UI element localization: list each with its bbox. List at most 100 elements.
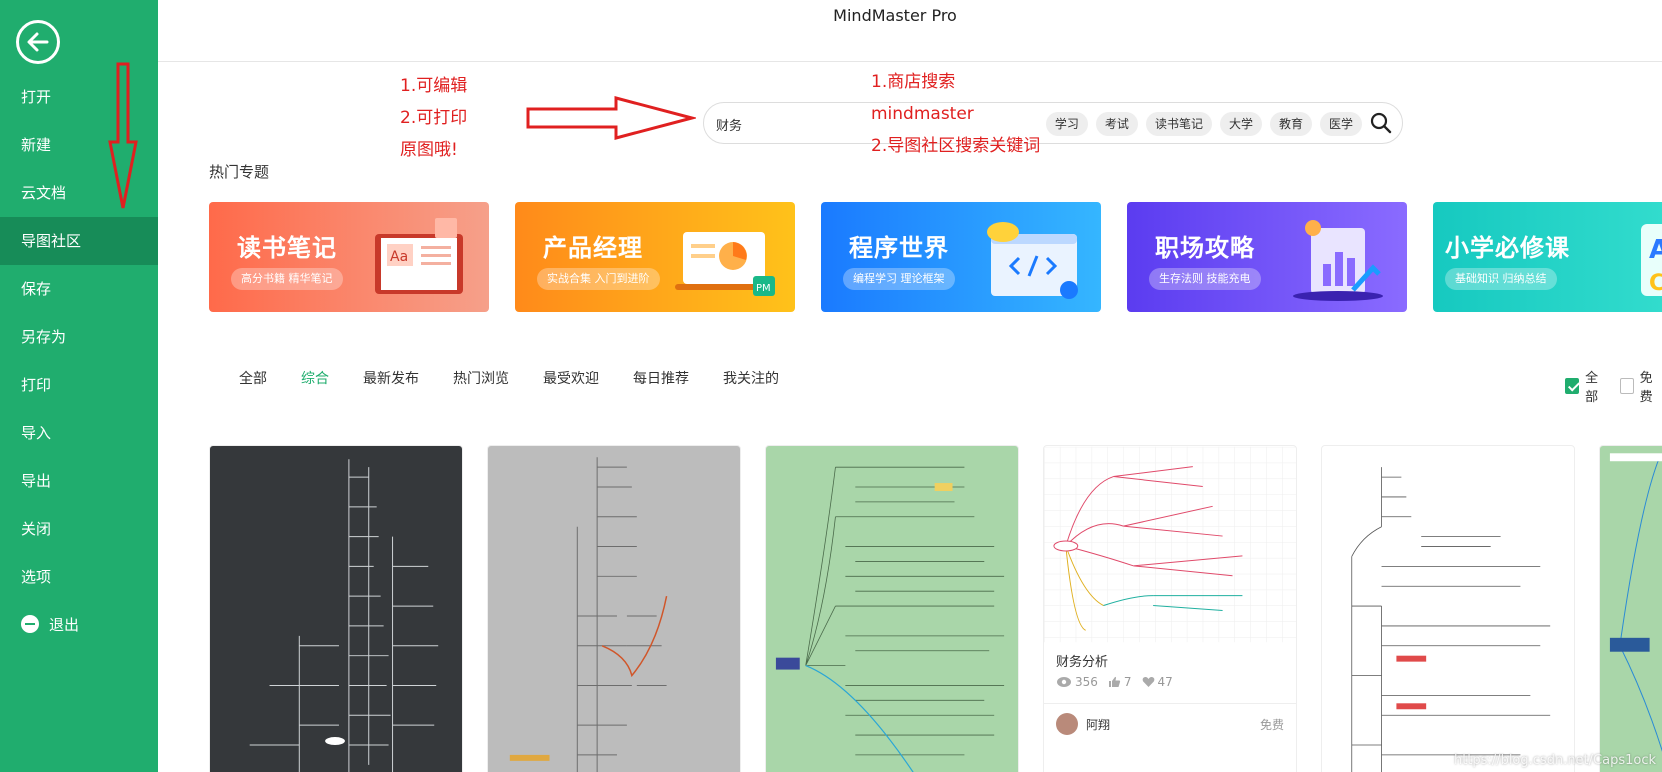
banner-subtitle: 编程学习 理论框架 (843, 268, 955, 290)
favorites-count: 47 (1157, 675, 1173, 689)
card-divider (1044, 703, 1296, 704)
filter-tabs: 全部 综合 最新发布 热门浏览 最受欢迎 每日推荐 我关注的 (239, 368, 779, 388)
banner-subtitle: 实战合集 入门到进阶 (537, 268, 660, 290)
annotation-arrow-right (526, 96, 696, 140)
sidebar-item-label: 打开 (21, 88, 52, 106)
hot-topics-title: 热门专题 (209, 163, 270, 181)
banner-title: 职场攻略 (1155, 234, 1255, 262)
sidebar-item-label: 新建 (21, 136, 52, 154)
svg-text:PM: PM (756, 283, 771, 294)
views-stat: 356 (1056, 675, 1098, 689)
svg-text:A: A (1649, 235, 1662, 265)
laptop-chart-illustration-icon: PM (675, 232, 775, 296)
sidebar-item-export[interactable]: 导出 (0, 457, 158, 505)
search-tag[interactable]: 教育 (1269, 112, 1312, 136)
tab-comprehensive[interactable]: 综合 (301, 368, 329, 388)
title-bar: MindMaster Pro (158, 0, 1662, 62)
banner-title: 小学必修课 (1445, 234, 1570, 262)
mindmap-thumbnail (509, 457, 668, 772)
template-card[interactable] (765, 445, 1019, 772)
search-tag[interactable]: 医学 (1319, 112, 1362, 136)
eye-icon (1057, 677, 1071, 687)
sidebar-item-label: 关闭 (21, 520, 52, 538)
mindmap-thumbnail (1351, 467, 1551, 772)
mindmap-thumbnail (1609, 453, 1662, 752)
app-title: MindMaster Pro (833, 6, 957, 25)
topic-banner-reading-notes[interactable]: 读书笔记 高分书籍 精华笔记 Aa (209, 202, 489, 312)
banner-title: 程序世界 (849, 234, 949, 262)
sidebar-item-options[interactable]: 选项 (0, 553, 158, 601)
sidebar-item-label: 打印 (21, 376, 52, 394)
search-tag[interactable]: 读书笔记 (1145, 112, 1212, 136)
search-icon[interactable] (1370, 112, 1392, 134)
template-grid: 财务分析 356 7 47 阿翔 免费 (209, 445, 1662, 772)
avatar[interactable] (1056, 713, 1078, 735)
svg-text:Aa: Aa (390, 249, 408, 265)
tab-all[interactable]: 全部 (239, 368, 267, 388)
search-tag[interactable]: 学习 (1045, 112, 1088, 136)
template-card[interactable]: 财务分析 356 7 47 阿翔 免费 (1043, 445, 1297, 772)
template-card[interactable] (487, 445, 741, 772)
annotation-line: 原图哦! (400, 140, 458, 160)
topic-banner-primary-school[interactable]: 小学必修课 基础知识 归纳总结 A B C (1433, 202, 1662, 312)
tab-popular[interactable]: 最受欢迎 (543, 368, 599, 388)
checkbox-label: 全部 (1585, 371, 1599, 405)
likes-count: 7 (1123, 675, 1132, 689)
sidebar-item-label: 导入 (21, 424, 52, 442)
card-info: 财务分析 356 7 47 阿翔 免费 (1044, 643, 1296, 772)
sidebar-item-save[interactable]: 保存 (0, 265, 158, 313)
banner-subtitle: 生存法则 技能充电 (1149, 268, 1261, 290)
svg-text:C: C (1649, 271, 1662, 296)
search-tag[interactable]: 大学 (1219, 112, 1262, 136)
checkbox-free[interactable] (1619, 378, 1634, 394)
topic-banner-career[interactable]: 职场攻略 生存法则 技能充电 (1127, 202, 1407, 312)
sidebar-item-close[interactable]: 关闭 (0, 505, 158, 553)
annotation-line: 2.可打印 (400, 108, 468, 128)
sidebar-item-save-as[interactable]: 另存为 (0, 313, 158, 361)
likes-stat: 7 (1108, 675, 1132, 689)
heart-icon (1142, 676, 1154, 687)
community-search: 学习 考试 读书笔记 大学 教育 医学 (703, 102, 1403, 144)
annotation-line: 2.导图社区搜索关键词 (871, 136, 1041, 156)
topic-banner-programming[interactable]: 程序世界 编程学习 理论框架 (821, 202, 1101, 312)
tab-following[interactable]: 我关注的 (723, 368, 779, 388)
minus-circle-icon (21, 615, 39, 633)
sidebar-item-import[interactable]: 导入 (0, 409, 158, 457)
checkbox-label: 免费 (1639, 371, 1653, 405)
sidebar: 打开 新建 云文档 导图社区 保存 另存为 打印 导入 导出 关闭 选项 退出 (0, 0, 158, 772)
price-filter: 全部 免费 (1565, 367, 1662, 405)
sidebar-item-label: 导图社区 (21, 232, 82, 250)
template-card[interactable] (1321, 445, 1575, 772)
sidebar-item-print[interactable]: 打印 (0, 361, 158, 409)
arrow-left-icon (27, 32, 49, 52)
checkbox-all[interactable] (1565, 378, 1580, 394)
hot-topics-banners: 读书笔记 高分书籍 精华笔记 Aa 产品经理 实战合集 入门到进阶 PM 程序世… (209, 202, 1662, 312)
mindmap-thumbnail (1044, 446, 1296, 643)
main-content: MindMaster Pro 1.可编辑 2.可打印 原图哦! 学习 考试 读书… (158, 0, 1662, 772)
sidebar-item-label: 云文档 (21, 184, 67, 202)
sidebar-item-exit[interactable]: 退出 (0, 601, 158, 649)
back-button[interactable] (16, 20, 60, 64)
card-author[interactable]: 阿翔 (1086, 716, 1110, 733)
search-tag[interactable]: 考试 (1095, 112, 1138, 136)
template-card[interactable] (209, 445, 463, 772)
mindmap-thumbnail (249, 459, 439, 772)
sidebar-item-label: 另存为 (21, 328, 67, 346)
abc-blocks-illustration-icon: A B C (1641, 224, 1662, 296)
template-card[interactable] (1599, 445, 1662, 772)
mindmap-thumbnail (775, 466, 1005, 772)
favorites-stat: 47 (1142, 675, 1173, 689)
watermark: https://blog.csdn.net/Caps1ock (1453, 753, 1656, 768)
tab-daily[interactable]: 每日推荐 (633, 368, 689, 388)
views-count: 356 (1075, 675, 1098, 689)
annotation-line: 1.商店搜索 (871, 72, 956, 92)
tab-hot[interactable]: 热门浏览 (453, 368, 509, 388)
banner-title: 产品经理 (543, 234, 643, 262)
search-tags: 学习 考试 读书笔记 大学 教育 医学 (1045, 112, 1362, 136)
annotation-left: 1.可编辑 2.可打印 原图哦! (400, 70, 467, 166)
sidebar-item-community[interactable]: 导图社区 (0, 217, 158, 265)
app-window: 打开 新建 云文档 导图社区 保存 另存为 打印 导入 导出 关闭 选项 退出 … (0, 0, 1662, 772)
topic-banner-product-manager[interactable]: 产品经理 实战合集 入门到进阶 PM (515, 202, 795, 312)
banner-title: 读书笔记 (237, 234, 337, 262)
tab-latest[interactable]: 最新发布 (363, 368, 419, 388)
